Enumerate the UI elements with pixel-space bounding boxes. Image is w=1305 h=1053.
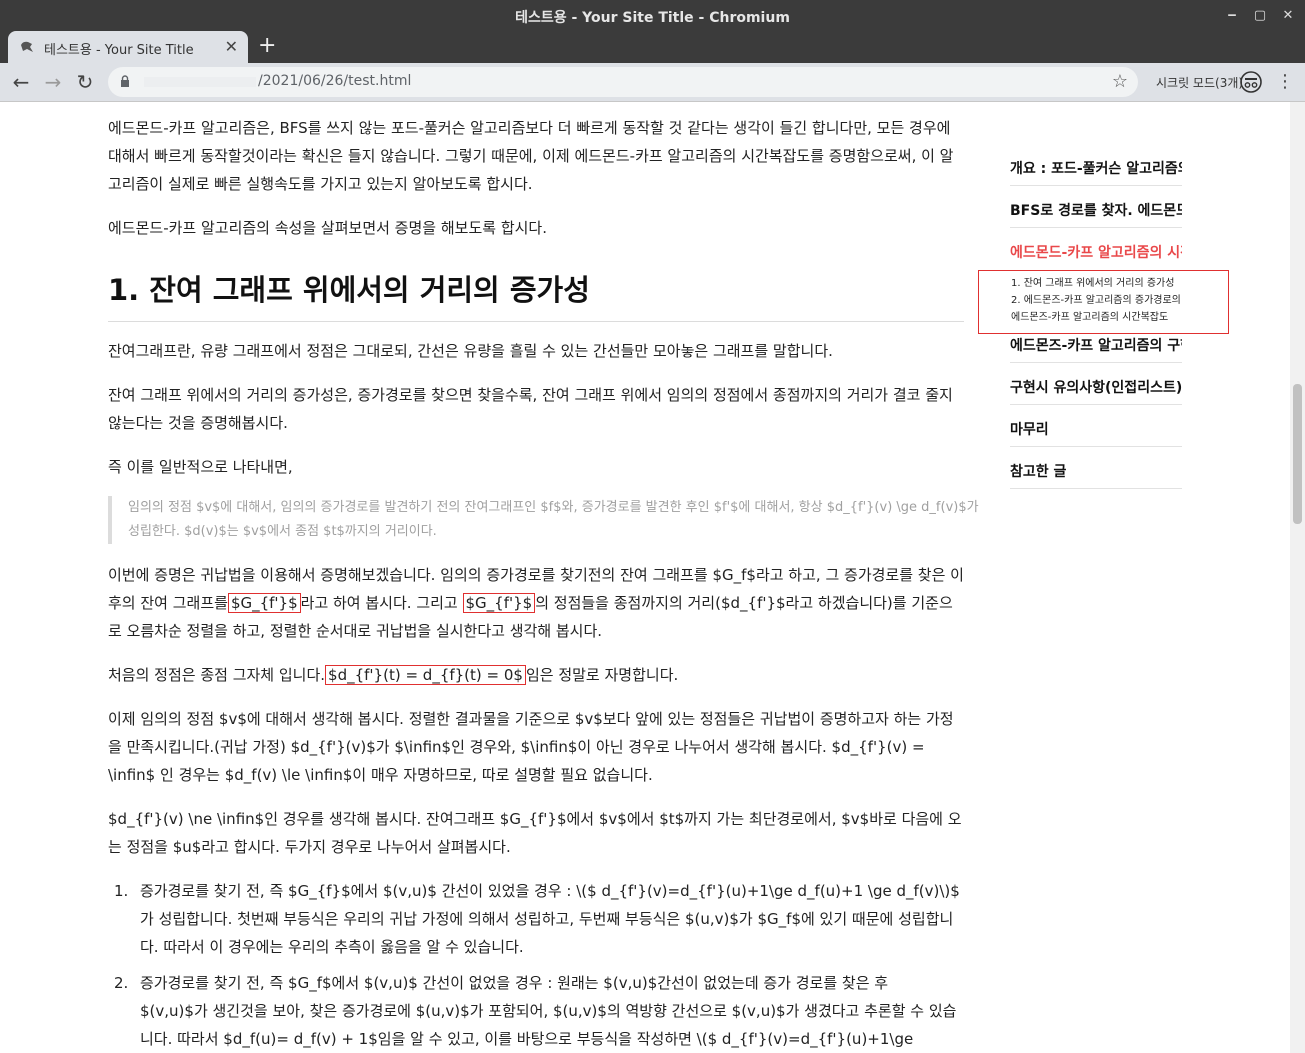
toc-divider	[1010, 185, 1182, 186]
back-icon[interactable]: ←	[8, 69, 34, 95]
tab-strip: 테스트용 - Your Site Title ✕ +	[0, 31, 1305, 63]
tab-title: 테스트용 - Your Site Title	[44, 43, 194, 58]
text-span: 라고 하여 봅시다. 그리고	[300, 594, 458, 612]
reload-icon[interactable]: ↻	[72, 69, 98, 95]
toc-item[interactable]: BFS로 경로를 찾자. 에드몬드-카프	[1010, 199, 1182, 223]
browser-toolbar: ← → ↻ /2021/06/26/test.html ☆ 시크릿 모드(3개)…	[0, 63, 1305, 102]
url-host-redacted	[144, 77, 256, 87]
incognito-label[interactable]: 시크릿 모드(3개)	[1156, 74, 1243, 91]
forward-icon[interactable]: →	[40, 69, 66, 95]
window-title: 테스트용 - Your Site Title - Chromium	[515, 10, 790, 26]
toc-item[interactable]: 참고한 글	[1010, 460, 1182, 484]
paragraph: 잔여 그래프 위에서의 거리의 증가성은, 증가경로를 찾으면 찾을수록, 잔여…	[108, 386, 953, 432]
toc-divider	[1010, 362, 1182, 363]
paragraph: 에드몬드-카프 알고리즘의 속성을 살펴보면서 증명을 해보도록 합시다.	[108, 219, 547, 237]
toc-divider	[1010, 227, 1182, 228]
incognito-icon[interactable]	[1240, 71, 1262, 93]
list-text: 증가경로를 찾기 전, 즉 $G_{f}$에서 $(v,u)$ 간선이 있었을 …	[140, 882, 960, 956]
toc-item-active[interactable]: 에드몬드-카프 알고리즘의 시간복잡도	[1010, 241, 1182, 265]
favicon-icon	[21, 41, 33, 52]
page-viewport: 에드몬드-카프 알고리즘은, BFS를 쓰지 않는 포드-풀커슨 알고리즘보다 …	[0, 102, 1290, 1053]
toc-subitem[interactable]: 에드몬즈-카프 알고리즘의 시간복잡도	[1011, 310, 1183, 326]
tab-active[interactable]: 테스트용 - Your Site Title ✕	[8, 31, 248, 63]
toc-item[interactable]: 개요 : 포드-풀커슨 알고리즘의 한계	[1010, 157, 1182, 181]
text-span: 임은 정말로 자명합니다.	[525, 666, 679, 684]
text-span: 처음의 정점은 종점 그자체 입니다.	[108, 666, 326, 684]
highlighted-math: $G_{f'}$	[227, 593, 301, 613]
toc-item[interactable]: 구현시 유의사항(인접리스트)	[1010, 376, 1182, 400]
toc-item[interactable]: 에드몬즈-카프 알고리즘의 구현	[1010, 334, 1182, 358]
heading-divider	[108, 321, 964, 322]
highlighted-math: $d_{f'}(t) = d_{f}(t) = 0$	[325, 665, 526, 685]
address-bar[interactable]: /2021/06/26/test.html ☆	[108, 67, 1138, 97]
paragraph: 이번에 증명은 귀납법을 이용해서 증명해보겠습니다. 임의의 증가경로를 찾기…	[108, 561, 964, 645]
toc-divider	[1010, 488, 1182, 489]
toc-subitem[interactable]: 1. 잔여 그래프 위에서의 거리의 증가성	[1011, 276, 1183, 292]
lock-icon	[121, 75, 129, 87]
tab-close-icon[interactable]: ✕	[225, 37, 238, 56]
toc-subsection-box: 1. 잔여 그래프 위에서의 거리의 증가성 2. 에드몬즈-카프 알고리즘의 …	[978, 270, 1229, 334]
url-text[interactable]: /2021/06/26/test.html	[258, 73, 411, 89]
page-scrollbar[interactable]	[1290, 102, 1305, 1053]
minimize-icon[interactable]: ‒	[1222, 6, 1242, 26]
toc-subitem[interactable]: 2. 에드몬즈-카프 알고리즘의 증가경로의 수	[1011, 293, 1183, 309]
new-tab-icon[interactable]: +	[258, 34, 276, 58]
list-number: 2.	[114, 974, 129, 992]
list-number: 1.	[114, 882, 129, 900]
menu-kebab-icon[interactable]: ⋮	[1276, 71, 1294, 92]
paragraph: 즉 이를 일반적으로 나타내면,	[108, 458, 293, 476]
scrollbar-thumb[interactable]	[1293, 384, 1302, 524]
toc-divider	[1010, 404, 1182, 405]
maximize-icon[interactable]: ▢	[1250, 6, 1270, 26]
blockquote: 임의의 정점 $v$에 대해서, 임의의 증가경로를 발견하기 전의 잔여그래프…	[108, 496, 980, 544]
toc-item[interactable]: 마무리	[1010, 418, 1182, 442]
window-titlebar: 테스트용 - Your Site Title - Chromium ‒ ▢ ✕	[0, 0, 1305, 31]
close-window-icon[interactable]: ✕	[1278, 6, 1298, 26]
paragraph: 에드몬드-카프 알고리즘은, BFS를 쓰지 않는 포드-풀커슨 알고리즘보다 …	[108, 119, 954, 193]
paragraph: 잔여그래프란, 유량 그래프에서 정점은 그대로되, 간선은 유량을 흘릴 수 …	[108, 342, 833, 360]
bookmark-star-icon[interactable]: ☆	[1112, 71, 1128, 92]
list-text: 증가경로를 찾기 전, 즉 $G_f$에서 $(v,u)$ 간선이 없었을 경우…	[140, 974, 957, 1048]
paragraph: $d_{f'}(v) \ne \infin$인 경우를 생각해 봅시다. 잔여그…	[108, 810, 962, 856]
paragraph: 이제 임의의 정점 $v$에 대해서 생각해 봅시다. 정렬한 결과물을 기준으…	[108, 710, 954, 784]
highlighted-math: $G_{f'}$	[462, 593, 536, 613]
section-heading: 1. 잔여 그래프 위에서의 거리의 증가성	[108, 273, 590, 307]
toc-divider	[1010, 446, 1182, 447]
paragraph: 처음의 정점은 종점 그자체 입니다. $d_{f'}(t) = d_{f}(t)…	[108, 661, 964, 689]
